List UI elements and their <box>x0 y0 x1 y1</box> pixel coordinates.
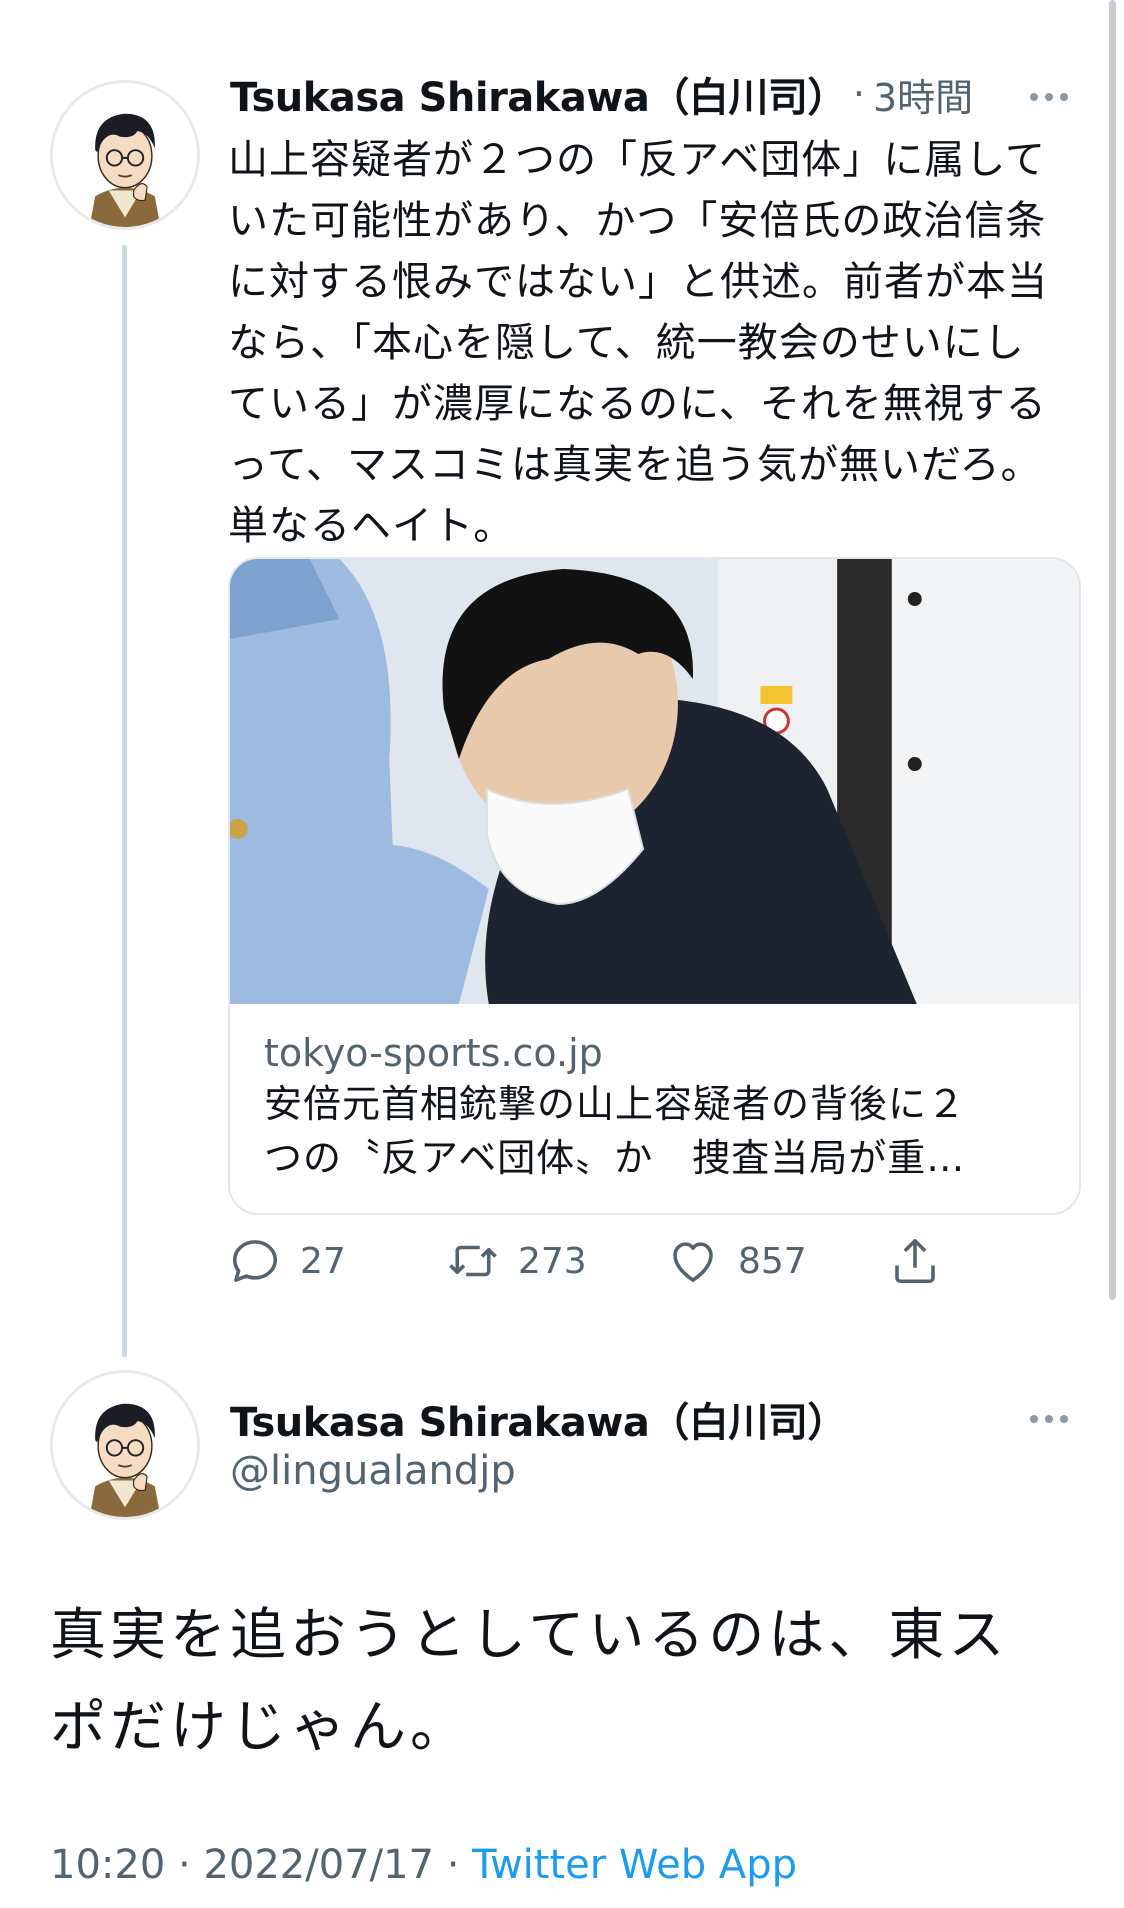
card-domain: tokyo-sports.co.jp <box>264 1031 603 1075</box>
reply-icon <box>232 1240 278 1282</box>
like-icon <box>673 1242 713 1282</box>
avatar-illustration <box>53 1373 197 1517</box>
tweet-date[interactable]: 2022/07/17 <box>203 1842 434 1888</box>
meta-separator: · <box>178 1842 191 1888</box>
retweet-icon <box>449 1245 497 1277</box>
timestamp[interactable]: 3時間 <box>873 67 973 122</box>
tweet-header: Tsukasa Shirakawa（白川司） · 3時間 <box>230 66 1090 122</box>
share-button[interactable] <box>888 1234 942 1288</box>
avatar[interactable] <box>50 1370 200 1520</box>
card-image <box>230 559 1079 1004</box>
retweet-count: 273 <box>518 1240 587 1282</box>
more-icon[interactable] <box>1030 93 1068 101</box>
tweet-time[interactable]: 10:20 <box>50 1842 165 1888</box>
user-handle[interactable]: @lingualandjp <box>230 1448 516 1494</box>
scrollbar[interactable] <box>1109 0 1116 1300</box>
display-name[interactable]: Tsukasa Shirakawa（白川司） <box>230 65 847 123</box>
action-bar: 27 273 857 <box>228 1234 968 1294</box>
tweet-meta: 10:20 · 2022/07/17 · Twitter Web App <box>50 1842 797 1888</box>
share-icon <box>895 1238 935 1284</box>
reply-count: 27 <box>300 1240 346 1282</box>
like-count: 857 <box>738 1240 807 1282</box>
thread-connector-line <box>122 245 127 1357</box>
more-icon[interactable] <box>1030 1415 1068 1423</box>
like-button[interactable]: 857 <box>666 1234 807 1288</box>
retweet-button[interactable]: 273 <box>446 1234 587 1288</box>
tweet-text: 真実を追おうとしているのは、東ス ポだけじゃん。 <box>50 1603 1009 1760</box>
display-name[interactable]: Tsukasa Shirakawa（白川司） <box>230 1390 847 1448</box>
meta-separator: · <box>446 1842 460 1888</box>
tweet-text: 山上容疑者が２つの「反アベ団体」に属して いた可能性があり、かつ「安倍氏の政治信… <box>228 137 1048 549</box>
tweet-source[interactable]: Twitter Web App <box>472 1842 797 1888</box>
card-body: tokyo-sports.co.jp 安倍元首相銃撃の山上容疑者の背後に２ つの… <box>264 1029 1049 1185</box>
link-card[interactable]: tokyo-sports.co.jp 安倍元首相銃撃の山上容疑者の背後に２ つの… <box>228 557 1081 1215</box>
avatar[interactable] <box>50 80 200 230</box>
card-title: 安倍元首相銃撃の山上容疑者の背後に２ つの〝反アベ団体〟か 捜査当局が重… <box>264 1082 967 1180</box>
reply-button[interactable]: 27 <box>228 1234 346 1288</box>
time-separator: · <box>852 72 865 116</box>
avatar-illustration <box>53 83 197 227</box>
